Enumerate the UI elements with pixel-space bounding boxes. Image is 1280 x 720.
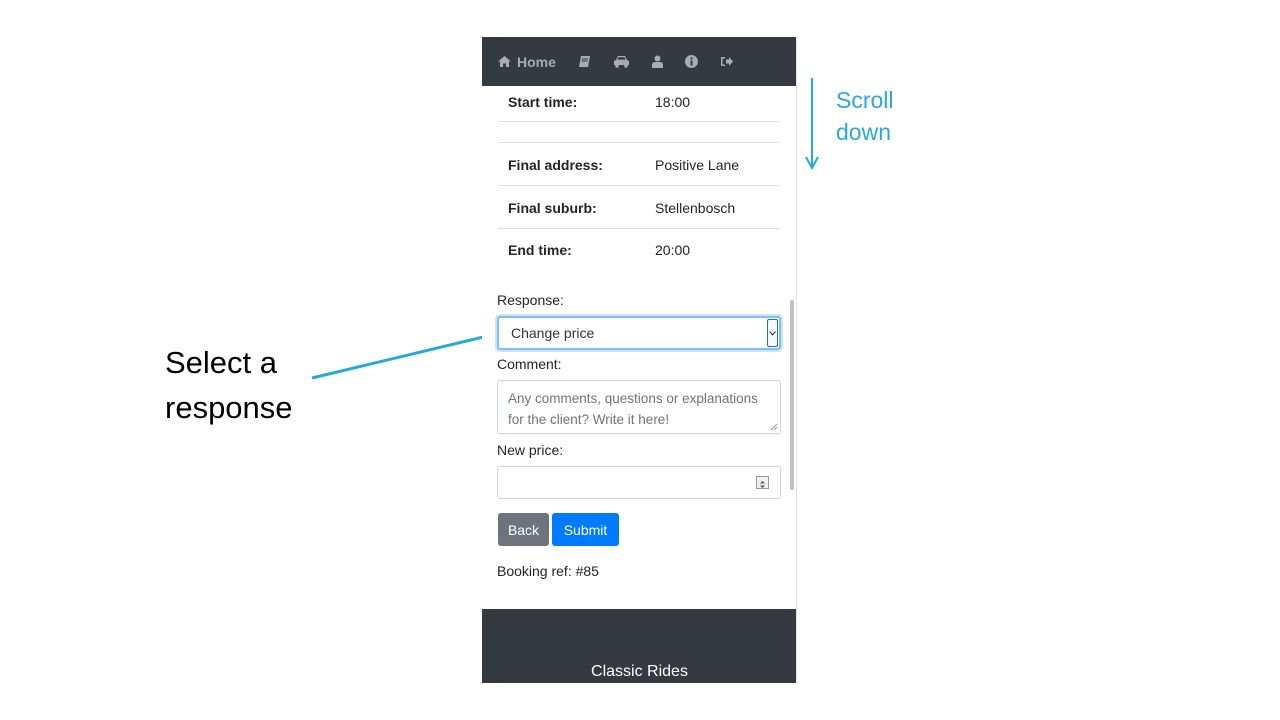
nav-home-label: Home bbox=[517, 53, 556, 70]
detail-label: Start time: bbox=[508, 94, 578, 110]
nav-info[interactable] bbox=[684, 55, 698, 68]
detail-row-final-suburb: Final suburb: Stellenbosch bbox=[498, 186, 780, 229]
detail-label: End time: bbox=[508, 242, 572, 258]
submit-button[interactable]: Submit bbox=[552, 513, 619, 546]
navbar: Home bbox=[482, 37, 796, 86]
resize-grip-icon[interactable] bbox=[770, 423, 778, 431]
home-icon bbox=[498, 56, 511, 67]
footer-title: Classic Rides bbox=[591, 663, 688, 680]
chevron-down-icon bbox=[769, 330, 776, 336]
nav-logout[interactable] bbox=[720, 56, 733, 67]
detail-row-start-time: Start time: 18:00 bbox=[498, 86, 780, 122]
detail-label: Final suburb: bbox=[508, 200, 597, 216]
detail-label: Final address: bbox=[508, 157, 603, 173]
car-icon bbox=[613, 56, 629, 68]
annotation-scroll-line-2: down bbox=[836, 119, 891, 145]
scrollbar-thumb[interactable] bbox=[790, 300, 794, 490]
user-icon bbox=[651, 55, 663, 68]
book-icon bbox=[578, 56, 590, 67]
nav-home[interactable]: Home bbox=[498, 54, 556, 70]
detail-value: Positive Lane bbox=[655, 157, 740, 173]
response-select-value: Change price bbox=[511, 325, 595, 341]
booking-reference: Booking ref: #85 bbox=[497, 563, 599, 579]
select-arrow[interactable] bbox=[767, 319, 778, 347]
nav-bookings[interactable] bbox=[578, 55, 591, 68]
info-icon bbox=[684, 55, 698, 68]
detail-value: Stellenbosch bbox=[655, 200, 736, 216]
response-select[interactable]: Change price bbox=[497, 316, 781, 350]
annotation-select-response: Select a response bbox=[165, 340, 293, 430]
detail-row-spacer bbox=[498, 122, 780, 143]
annotation-pointer-line bbox=[311, 331, 501, 380]
footer: Classic Rides bbox=[482, 609, 796, 683]
annotation-scroll-down: Scroll down bbox=[836, 84, 894, 148]
detail-row-final-address: Final address: Positive Lane bbox=[498, 143, 780, 186]
detail-value: 20:00 bbox=[655, 242, 691, 258]
annotation-scroll-line-1: Scroll bbox=[836, 87, 894, 113]
nav-cars[interactable] bbox=[613, 55, 630, 68]
comment-placeholder: Any comments, questions or explanations … bbox=[508, 391, 758, 427]
sign-out-icon bbox=[720, 57, 733, 66]
annotation-line-2: response bbox=[165, 390, 293, 425]
detail-row-end-time: End time: 20:00 bbox=[498, 229, 780, 272]
mobile-viewport: Home Start time: 18:00 Final address: Po… bbox=[482, 37, 797, 683]
new-price-label: New price: bbox=[497, 442, 564, 458]
nav-profile[interactable] bbox=[651, 55, 663, 68]
back-button[interactable]: Back bbox=[498, 513, 549, 546]
comment-textarea[interactable]: Any comments, questions or explanations … bbox=[497, 380, 781, 434]
response-label: Response: bbox=[497, 292, 564, 308]
price-spinner[interactable] bbox=[756, 476, 769, 489]
comment-label: Comment: bbox=[497, 356, 562, 372]
new-price-input[interactable] bbox=[497, 466, 781, 499]
spinner-arrows-icon bbox=[760, 481, 765, 488]
annotation-line-1: Select a bbox=[165, 345, 278, 380]
detail-value: 18:00 bbox=[655, 94, 691, 110]
